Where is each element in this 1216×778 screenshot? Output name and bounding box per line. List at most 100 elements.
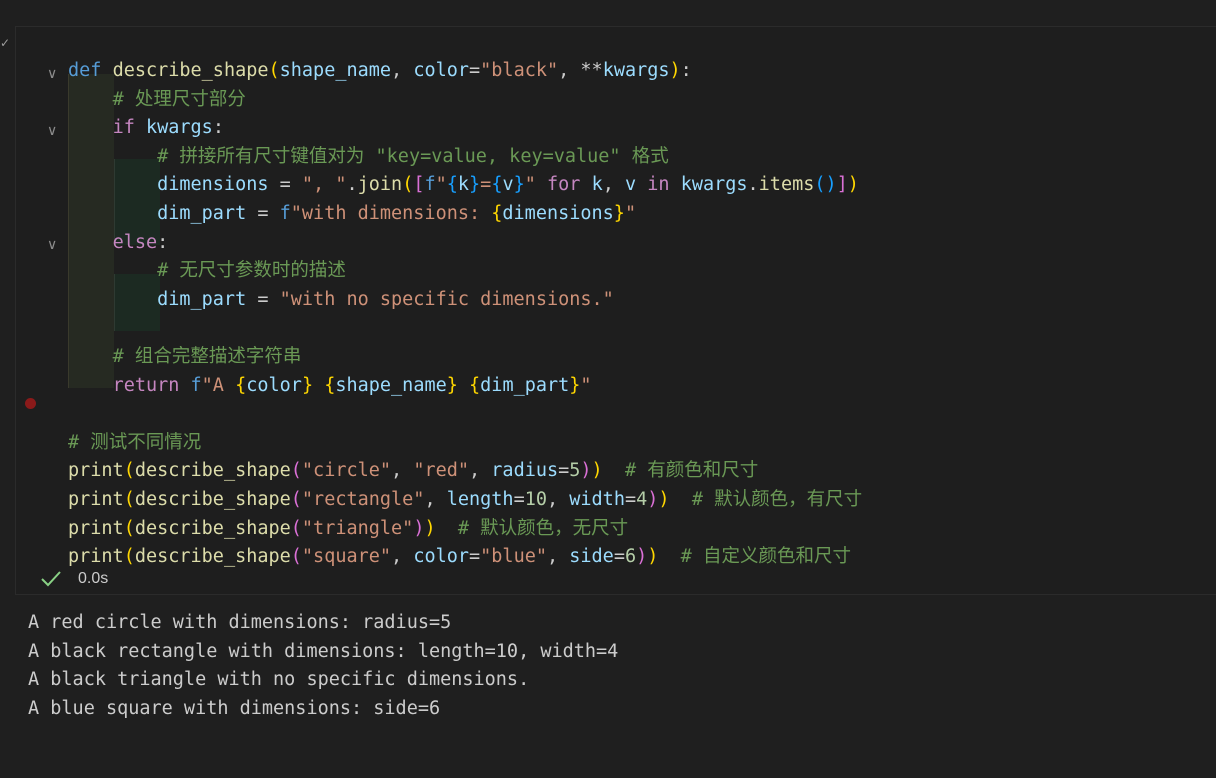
- code-token: =: [513, 489, 525, 510]
- code-line[interactable]: dim_part = f"with dimensions: {dimension…: [68, 200, 636, 229]
- code-token: print: [68, 489, 124, 510]
- code-token: describe_shape: [112, 60, 269, 81]
- code-token: "circle": [301, 460, 392, 482]
- code-token: .: [747, 174, 759, 196]
- code-token: in: [647, 174, 670, 196]
- code-token: f: [279, 203, 291, 224]
- code-token: "black": [480, 60, 559, 81]
- code-token: def: [68, 60, 102, 81]
- cell-status-bar: 0.0s: [40, 569, 108, 589]
- code-line[interactable]: # 拼接所有尺寸键值对为 "key=value, key=value" 格式: [68, 143, 669, 172]
- code-token: ": [524, 174, 536, 196]
- code-token: ,: [469, 460, 492, 482]
- code-line[interactable]: # 测试不同情况: [68, 429, 201, 458]
- code-token: "blue": [480, 546, 547, 568]
- code-token: ): [647, 489, 659, 510]
- code-line[interactable]: print(describe_shape("triangle")) # 默认颜色…: [68, 515, 628, 544]
- code-line[interactable]: print(describe_shape("circle", "red", ra…: [68, 457, 758, 486]
- code-token: =: [558, 460, 570, 482]
- code-line[interactable]: dim_part = "with no specific dimensions.…: [68, 286, 614, 315]
- code-token: {: [446, 174, 458, 196]
- notebook-code-cell[interactable]: ∨ ∨ ∨ def describe_shape(shape_name, col…: [15, 26, 1216, 595]
- code-token: [: [413, 174, 425, 196]
- code-token: }: [469, 174, 481, 196]
- code-line[interactable]: if kwargs:: [68, 114, 224, 143]
- code-line[interactable]: print(describe_shape("square", color="bl…: [68, 543, 851, 572]
- code-token: =: [480, 174, 492, 196]
- code-token: }: [446, 374, 458, 396]
- code-token: (: [402, 174, 414, 196]
- code-editor[interactable]: ∨ ∨ ∨ def describe_shape(shape_name, col…: [16, 57, 1216, 577]
- code-token: (: [123, 460, 135, 482]
- code-line[interactable]: # 组合完整描述字符串: [68, 343, 302, 372]
- code-token: ": [580, 374, 592, 396]
- code-line[interactable]: # 处理尺寸部分: [68, 86, 246, 115]
- code-token: ,: [391, 546, 414, 568]
- code-token: color: [413, 60, 470, 81]
- code-token: print: [68, 546, 124, 568]
- code-token: describe_shape: [134, 517, 291, 539]
- code-line[interactable]: def describe_shape(shape_name, color="bl…: [68, 57, 692, 86]
- code-token: kwargs: [680, 174, 748, 196]
- code-line[interactable]: else:: [68, 229, 169, 258]
- output-line: A red circle with dimensions: radius=5: [28, 612, 452, 633]
- code-token: "A: [201, 374, 236, 396]
- code-token: =: [246, 288, 280, 310]
- fold-chevron-icon[interactable]: ∨: [47, 60, 63, 89]
- code-token: ": [624, 203, 637, 224]
- code-token: ,: [424, 489, 447, 510]
- fold-chevron-icon[interactable]: ∨: [47, 231, 63, 260]
- breakpoint-icon[interactable]: [25, 398, 36, 409]
- code-token: ,: [391, 60, 414, 81]
- code-token: # 自定义颜色和尺寸: [680, 546, 851, 568]
- code-token: (: [290, 517, 302, 539]
- code-token: {: [491, 174, 503, 196]
- code-token: ): [647, 546, 659, 568]
- code-token: length: [446, 489, 514, 510]
- cell-collapse-chevron-icon[interactable]: ✓: [0, 36, 10, 50]
- code-line[interactable]: print(describe_shape("rectangle", length…: [68, 486, 862, 515]
- code-token: ): [636, 546, 648, 568]
- code-token: ): [424, 517, 436, 539]
- code-token: "red": [413, 460, 470, 482]
- code-line[interactable]: return f"A {color} {shape_name} {dim_par…: [68, 372, 592, 401]
- code-token: dim_part: [157, 203, 247, 224]
- code-token: :: [157, 231, 169, 253]
- code-token: }: [513, 174, 525, 196]
- check-icon: [41, 571, 61, 587]
- code-token: ": [435, 174, 447, 196]
- code-token: # 有颜色和尺寸: [624, 460, 759, 482]
- code-token: if: [112, 117, 135, 139]
- code-token: return: [112, 374, 180, 396]
- code-line[interactable]: # 无尺寸参数时的描述: [68, 257, 346, 286]
- code-token: "with no specific dimensions.": [279, 288, 614, 310]
- code-token: v: [625, 174, 637, 196]
- fold-chevron-icon[interactable]: ∨: [47, 117, 63, 146]
- code-token: # 测试不同情况: [68, 431, 202, 453]
- output-line: A black triangle with no specific dimens…: [28, 669, 530, 691]
- code-token: # 组合完整描述字符串: [112, 346, 302, 367]
- code-token: ): [658, 489, 670, 510]
- code-token: .: [346, 174, 358, 196]
- code-line[interactable]: dimensions = ", ".join([f"{k}={v}" for k…: [68, 171, 859, 200]
- code-token: dimensions: [157, 174, 269, 196]
- code-token: (: [268, 60, 280, 81]
- code-token: {: [491, 203, 503, 224]
- cell-output: A red circle with dimensions: radius=5 A …: [28, 609, 618, 723]
- code-token: =: [469, 546, 481, 568]
- code-token: ): [669, 60, 681, 81]
- code-token: {: [235, 374, 247, 396]
- code-token: # 默认颜色，无尺寸: [457, 517, 629, 539]
- code-token: {: [324, 374, 336, 396]
